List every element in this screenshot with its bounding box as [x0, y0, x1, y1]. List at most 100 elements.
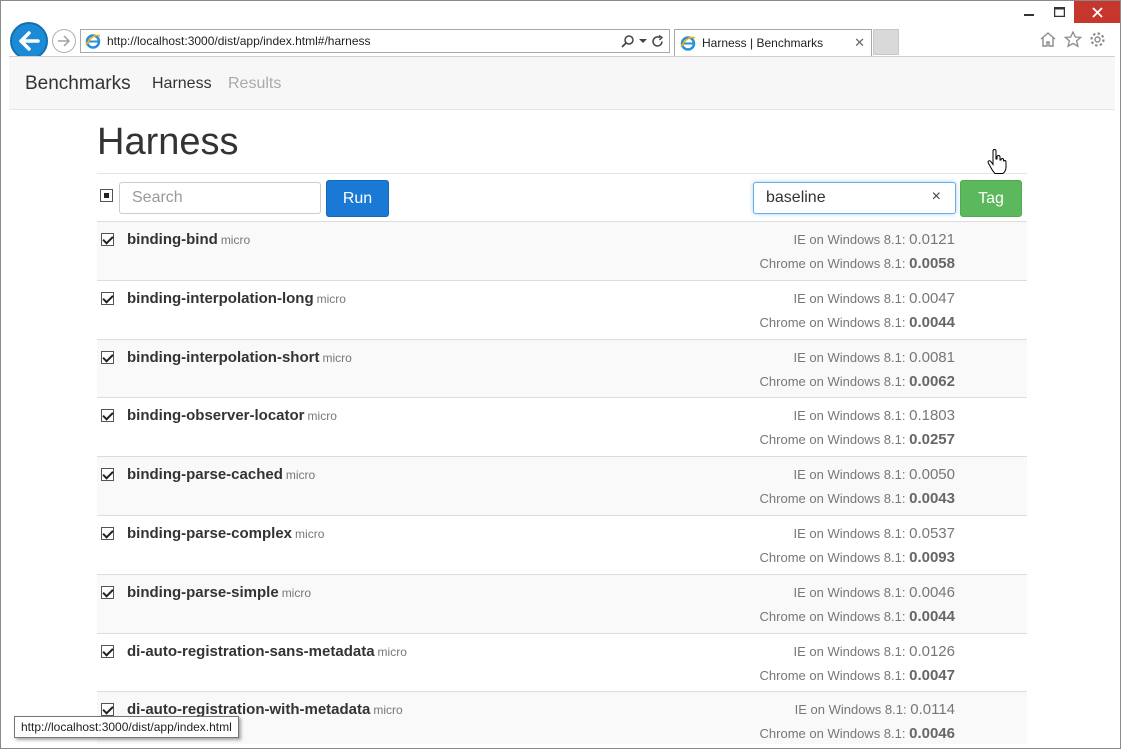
table-row[interactable]: di-auto-registration-sans-metadata micro I… — [97, 632, 1027, 692]
status-bar-url: http://localhost:3000/dist/app/index.htm… — [14, 716, 239, 738]
hand-cursor-icon — [987, 149, 1007, 174]
row-checkbox[interactable] — [101, 703, 114, 717]
navbar-brand[interactable]: Benchmarks — [25, 73, 131, 95]
row-checkbox[interactable] — [101, 644, 114, 658]
gear-icon[interactable] — [1089, 31, 1106, 48]
benchmark-kind: micro — [285, 468, 316, 483]
chrome-result: Chrome on Windows 8.1: 0.0046 — [759, 725, 955, 743]
chrome-result: Chrome on Windows 8.1: 0.0058 — [759, 255, 955, 272]
benchmark-name: binding-interpolation-short micro — [127, 348, 352, 366]
back-button[interactable] — [10, 22, 48, 60]
benchmark-name: binding-interpolation-long micro — [127, 289, 346, 307]
arrow-right-icon — [58, 35, 71, 47]
benchmark-kind: micro — [322, 350, 352, 365]
chrome-value: 0.0058 — [909, 255, 955, 272]
forward-button[interactable] — [52, 29, 76, 53]
arrow-left-icon — [19, 31, 40, 51]
row-checkbox[interactable] — [101, 468, 114, 482]
tag-input-wrapper: × — [753, 182, 956, 214]
chrome-result: Chrome on Windows 8.1: 0.0044 — [759, 313, 955, 331]
chrome-result: Chrome on Windows 8.1: 0.0043 — [759, 490, 955, 508]
address-bar[interactable]: http://localhost:3000/dist/app/index.htm… — [80, 29, 670, 53]
browser-tool-icons — [1039, 31, 1106, 48]
chrome-value: 0.0044 — [909, 607, 955, 625]
chrome-value: 0.0047 — [909, 666, 955, 684]
title-divider — [97, 173, 1027, 174]
ie-value: 0.0121 — [909, 231, 955, 248]
ie-result: IE on Windows 8.1: 0.0050 — [793, 466, 955, 484]
table-row[interactable]: binding-interpolation-short micro IE on Wi… — [97, 338, 1027, 398]
select-all-checkbox[interactable] — [100, 189, 113, 202]
maximize-icon — [1053, 7, 1065, 17]
chrome-value: 0.0257 — [909, 431, 955, 449]
ie-result: IE on Windows 8.1: 0.0126 — [793, 642, 955, 660]
new-tab-button[interactable] — [873, 29, 899, 55]
table-row[interactable]: binding-interpolation-long micro IE on Win… — [97, 279, 1027, 339]
chrome-result: Chrome on Windows 8.1: 0.0062 — [759, 372, 955, 390]
ie-logo-icon — [680, 36, 696, 51]
chrome-value: 0.0044 — [909, 313, 955, 331]
refresh-icon[interactable] — [651, 34, 664, 48]
chrome-value: 0.0046 — [909, 725, 955, 743]
chrome-result: Chrome on Windows 8.1: 0.0044 — [759, 607, 955, 625]
close-window-button[interactable] — [1074, 1, 1120, 23]
benchmark-list: binding-bind micro IE on Windows 8.1: 0.01… — [97, 221, 1027, 744]
row-checkbox[interactable] — [101, 291, 114, 305]
ie-value: 0.0046 — [909, 583, 955, 601]
minimize-icon — [1024, 14, 1034, 16]
table-row[interactable]: binding-parse-simple micro IE on Windows 8… — [97, 573, 1027, 633]
chrome-result: Chrome on Windows 8.1: 0.0047 — [759, 666, 955, 684]
nav-link-results[interactable]: Results — [228, 75, 281, 93]
row-checkbox[interactable] — [101, 233, 114, 246]
clear-tag-icon[interactable]: × — [932, 188, 941, 206]
ie-result: IE on Windows 8.1: 0.0081 — [793, 348, 955, 366]
page-content: Benchmarks Harness Results Harness Run ×… — [9, 56, 1115, 744]
ie-result: IE on Windows 8.1: 0.0046 — [793, 583, 955, 601]
ie-value: 0.0126 — [909, 642, 955, 660]
tag-input[interactable] — [754, 183, 924, 213]
row-checkbox[interactable] — [101, 585, 114, 599]
row-checkbox[interactable] — [101, 350, 114, 364]
table-row[interactable]: binding-bind micro IE on Windows 8.1: 0.01… — [97, 221, 1027, 280]
ie-value: 0.0537 — [909, 524, 955, 542]
ie-value: 0.0047 — [909, 289, 955, 307]
search-input[interactable] — [119, 182, 321, 214]
nav-link-harness[interactable]: Harness — [152, 75, 212, 93]
benchmark-kind: micro — [377, 644, 407, 659]
ie-result: IE on Windows 8.1: 0.0114 — [794, 701, 955, 719]
row-checkbox[interactable] — [101, 526, 114, 540]
home-icon[interactable] — [1039, 31, 1057, 48]
table-row[interactable]: binding-parse-cached micro IE on Windows 8… — [97, 456, 1027, 515]
ie-logo-icon — [85, 34, 101, 49]
benchmark-kind: micro — [295, 526, 325, 541]
benchmark-kind: micro — [307, 409, 337, 424]
ie-value: 0.0081 — [909, 348, 955, 366]
address-url: http://localhost:3000/dist/app/index.htm… — [107, 34, 371, 48]
search-icon[interactable] — [621, 34, 635, 48]
chevron-down-icon[interactable] — [639, 37, 647, 45]
benchmark-kind: micro — [220, 233, 251, 247]
window-controls — [1014, 1, 1120, 23]
benchmark-name: binding-bind micro — [127, 231, 251, 248]
browser-toolbar: http://localhost:3000/dist/app/index.htm… — [1, 1, 1120, 60]
chrome-value: 0.0043 — [909, 490, 955, 508]
run-button[interactable]: Run — [326, 180, 389, 217]
ie-result: IE on Windows 8.1: 0.0047 — [793, 289, 955, 307]
navbar: Benchmarks Harness Results — [9, 57, 1115, 110]
tab-harness[interactable]: Harness | Benchmarks ✕ — [674, 29, 872, 56]
row-checkbox[interactable] — [101, 409, 114, 423]
star-icon[interactable] — [1064, 31, 1082, 48]
page-title: Harness — [97, 121, 239, 163]
chrome-result: Chrome on Windows 8.1: 0.0093 — [759, 548, 955, 566]
table-row[interactable]: binding-observer-locator micro IE on Windo… — [97, 397, 1027, 456]
tag-button[interactable]: Tag — [960, 180, 1022, 217]
table-row[interactable]: binding-parse-complex micro IE on Windows … — [97, 514, 1027, 574]
harness-toolbar: Run × Tag — [97, 178, 1027, 222]
benchmark-kind: micro — [373, 703, 403, 718]
ie-value: 0.0114 — [910, 701, 955, 719]
benchmark-name: binding-parse-simple micro — [127, 583, 312, 601]
minimize-button[interactable] — [1014, 1, 1044, 23]
browser-window: http://localhost:3000/dist/app/index.htm… — [0, 0, 1121, 749]
maximize-button[interactable] — [1044, 1, 1074, 23]
tab-close-icon[interactable]: ✕ — [854, 35, 865, 51]
